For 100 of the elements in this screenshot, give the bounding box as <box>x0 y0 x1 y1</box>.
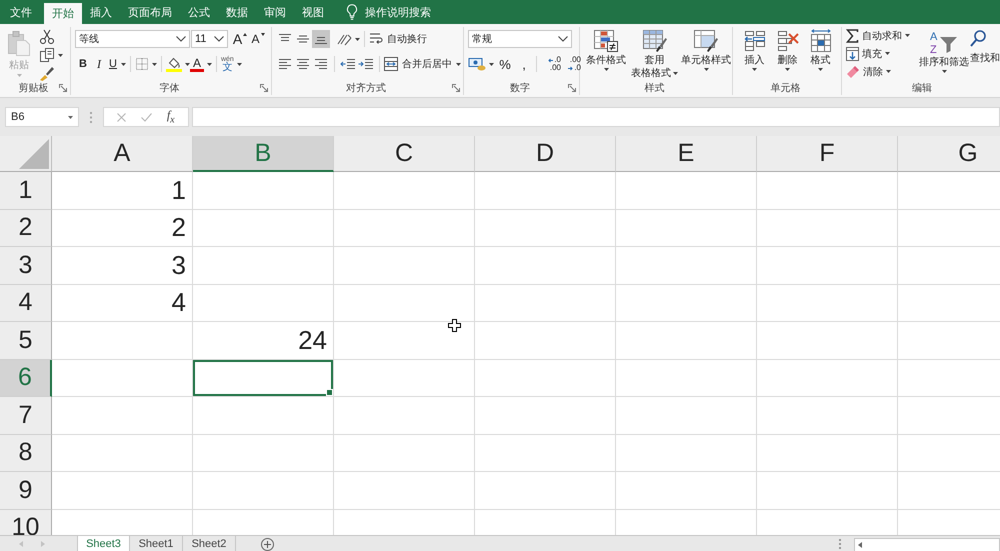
sheet-cell[interactable] <box>616 360 757 397</box>
sheet-cell[interactable] <box>898 210 1000 247</box>
sheet-cell[interactable] <box>616 247 757 284</box>
row-header[interactable]: 2 <box>0 210 52 247</box>
wrap-text-button[interactable]: 自动换行 <box>369 30 427 48</box>
sheet-cell[interactable] <box>52 322 193 360</box>
editing-button[interactable]: 清除 <box>846 63 918 80</box>
sheet-cell[interactable] <box>334 397 475 434</box>
number-format-dropdown[interactable]: 常规 <box>468 30 572 48</box>
tell-me-search[interactable]: 操作说明搜索 <box>346 4 431 20</box>
copy-button[interactable] <box>39 47 63 63</box>
row-header[interactable]: 4 <box>0 284 52 322</box>
sheet-cell[interactable] <box>757 284 898 322</box>
column-header[interactable]: F <box>757 136 898 172</box>
row-header[interactable]: 1 <box>0 172 52 210</box>
sheet-cell[interactable] <box>475 247 616 284</box>
row-header[interactable]: 6 <box>0 360 52 397</box>
sheet-cell[interactable] <box>475 172 616 210</box>
horizontal-scrollbar[interactable] <box>854 538 1000 551</box>
font-color-button[interactable]: A <box>190 55 212 73</box>
ribbon-tab[interactable]: 审阅 <box>256 0 294 24</box>
sheet-cell[interactable] <box>193 210 334 247</box>
sheet-tab[interactable]: Sheet3 <box>77 536 130 551</box>
percent-button[interactable]: % <box>497 55 513 73</box>
comma-button[interactable]: , <box>516 55 532 73</box>
sheet-cell[interactable] <box>757 360 898 397</box>
sheet-cell[interactable]: 1 <box>52 172 193 210</box>
dialog-launcher-icon[interactable] <box>568 84 576 92</box>
sheet-cell[interactable] <box>616 472 757 510</box>
sheet-cell[interactable] <box>334 360 475 397</box>
style-button[interactable]: 套用 表格格式 <box>628 27 681 79</box>
column-header[interactable]: D <box>475 136 616 172</box>
font-name-dropdown[interactable]: 等线 <box>75 30 190 48</box>
scissors-icon[interactable] <box>39 29 55 45</box>
decrease-decimal-button[interactable]: .00 .0 <box>564 56 581 72</box>
shrink-font-button[interactable]: A <box>250 30 266 48</box>
sheet-cell[interactable]: 3 <box>52 247 193 284</box>
accounting-format-button[interactable] <box>468 55 494 73</box>
bold-button[interactable]: B <box>75 55 91 73</box>
scroll-left-icon[interactable] <box>858 542 862 548</box>
sheet-cell[interactable] <box>334 247 475 284</box>
sheet-tab[interactable]: Sheet1 <box>130 536 183 551</box>
decrease-indent-icon[interactable] <box>340 58 356 70</box>
checkmark-icon[interactable] <box>141 112 152 122</box>
fill-handle[interactable] <box>326 389 333 396</box>
find-select-button[interactable]: 查找和 <box>970 27 1000 64</box>
sheet-cell[interactable] <box>334 210 475 247</box>
ribbon-tab[interactable]: 文件 <box>2 0 40 24</box>
sheet-cell[interactable] <box>757 172 898 210</box>
sheet-cell[interactable] <box>616 434 757 472</box>
sheet-cell[interactable] <box>616 284 757 322</box>
sheet-cell[interactable] <box>52 360 193 397</box>
merge-center-button[interactable]: 合并后居中 <box>384 55 461 73</box>
sheet-cell[interactable] <box>757 434 898 472</box>
sheet-cell[interactable] <box>193 172 334 210</box>
sheet-cell[interactable] <box>616 397 757 434</box>
sheet-cell[interactable] <box>193 434 334 472</box>
ribbon-tab[interactable]: 视图 <box>294 0 332 24</box>
drag-handle-icon[interactable] <box>90 112 92 123</box>
column-header[interactable]: A <box>52 136 193 172</box>
column-header[interactable]: E <box>616 136 757 172</box>
increase-indent-icon[interactable] <box>358 58 374 70</box>
sheet-cell[interactable] <box>334 284 475 322</box>
sheet-tab[interactable]: Sheet2 <box>183 536 236 551</box>
insert-function-button[interactable]: f$_{x}$ <box>166 108 175 126</box>
sheet-cell[interactable] <box>616 322 757 360</box>
sheet-cell[interactable] <box>52 472 193 510</box>
sheet-cell[interactable] <box>898 284 1000 322</box>
column-header[interactable]: C <box>334 136 475 172</box>
sheet-cell[interactable] <box>193 284 334 322</box>
dialog-launcher-icon[interactable] <box>452 84 460 92</box>
sheet-cell[interactable] <box>757 247 898 284</box>
sheet-cell[interactable] <box>757 210 898 247</box>
sheet-cell[interactable] <box>898 434 1000 472</box>
column-header[interactable]: G <box>898 136 1000 172</box>
editing-button[interactable]: 自动求和 <box>846 27 918 44</box>
increase-decimal-button[interactable]: .0 .00 <box>544 56 561 72</box>
sheet-cell[interactable] <box>193 397 334 434</box>
sheet-cell[interactable] <box>334 472 475 510</box>
underline-button[interactable]: U <box>107 55 126 73</box>
sheet-cell[interactable]: 4 <box>52 284 193 322</box>
style-button[interactable]: 条件格式 <box>584 27 628 71</box>
cells-button[interactable]: 插入 <box>738 27 771 71</box>
sheet-cell[interactable] <box>616 210 757 247</box>
row-header[interactable]: 5 <box>0 322 52 360</box>
sheet-cell[interactable] <box>757 472 898 510</box>
grow-font-button[interactable]: A <box>232 30 248 48</box>
ribbon-tab[interactable]: 数据 <box>218 0 256 24</box>
dialog-launcher-icon[interactable] <box>260 84 268 92</box>
sheet-cell[interactable] <box>334 322 475 360</box>
scroll-right-icon[interactable] <box>41 540 45 546</box>
row-header[interactable]: 3 <box>0 247 52 284</box>
style-button[interactable]: 单元格样式 <box>681 27 731 71</box>
sheet-cell[interactable] <box>475 210 616 247</box>
select-all-button[interactable] <box>0 136 52 172</box>
sheet-cell[interactable] <box>334 434 475 472</box>
borders-button[interactable] <box>134 55 157 73</box>
sheet-cell[interactable] <box>757 322 898 360</box>
cells-button[interactable]: 删除 <box>771 27 804 71</box>
sheet-cell[interactable] <box>193 472 334 510</box>
